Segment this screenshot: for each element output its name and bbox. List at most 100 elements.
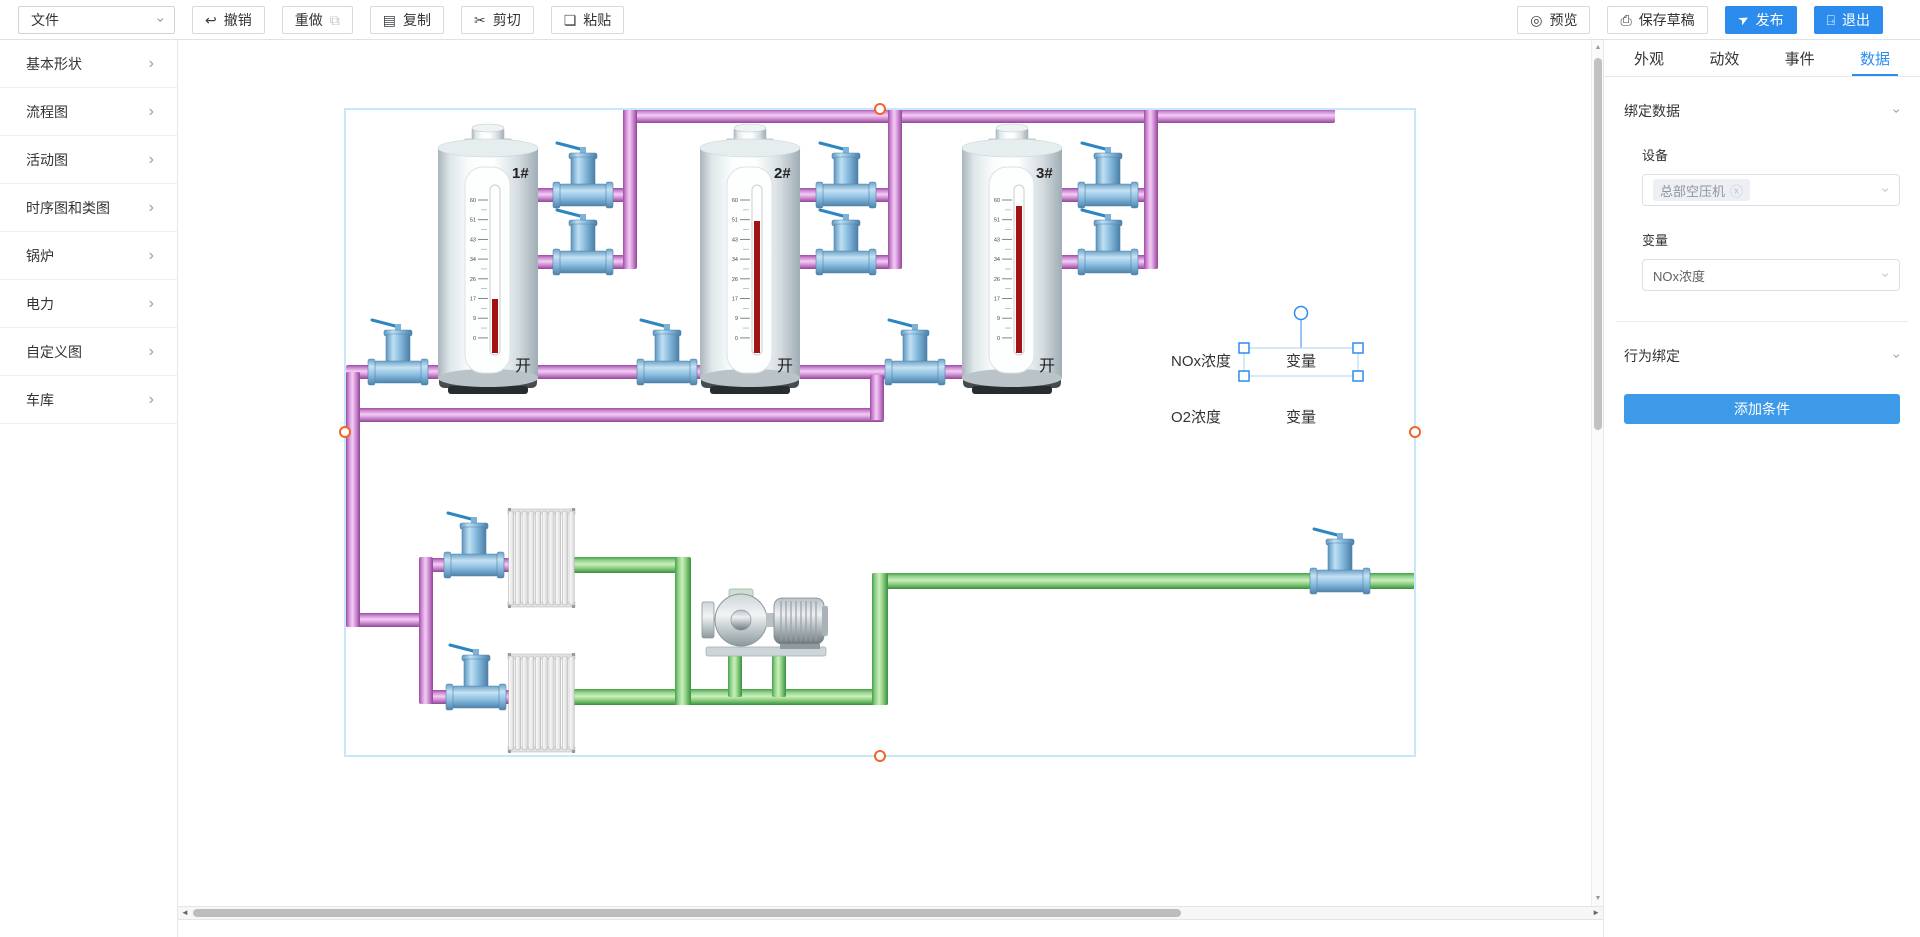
- horizontal-scroll-thumb[interactable]: [193, 909, 1181, 917]
- copy-icon: ▤: [383, 13, 396, 27]
- tab-事件[interactable]: 事件: [1785, 40, 1815, 76]
- valve-3[interactable]: [816, 143, 876, 208]
- preview-button[interactable]: ◎ 预览: [1517, 6, 1590, 34]
- resize-handle[interactable]: [1353, 343, 1363, 353]
- gauge-tick-label: 26: [994, 277, 1000, 283]
- sidebar-item-7[interactable]: 自定义图›: [0, 328, 177, 376]
- variable-select[interactable]: NOx浓度 ›: [1642, 259, 1900, 291]
- gauge-tick-label: 34: [470, 257, 476, 263]
- device-tag: 总部空压机 ⓧ: [1653, 179, 1750, 201]
- save-draft-label: 保存草稿: [1639, 10, 1695, 30]
- rotate-handle[interactable]: [1295, 307, 1308, 320]
- resize-handle[interactable]: [1239, 371, 1249, 381]
- chevron-down-icon: ›: [1880, 188, 1894, 193]
- copy-button[interactable]: ▤ 复制: [370, 6, 444, 34]
- canvas-vertical-scrollbar[interactable]: ▲ ▼: [1591, 40, 1603, 906]
- vertical-scroll-thumb[interactable]: [1594, 58, 1602, 430]
- tab-外观[interactable]: 外观: [1634, 40, 1664, 76]
- exit-label: 退出: [1842, 10, 1870, 30]
- gauge-tick-label: 9: [735, 316, 738, 322]
- app-root: 文件 › ↩ 撤销 重做 ⧉ ▤ 复制 ✂ 剪切 ❏ 粘贴 ◎ 预览 ⎙: [0, 0, 1920, 937]
- tab-数据[interactable]: 数据: [1860, 40, 1890, 76]
- tank-status-label: 开: [515, 358, 531, 375]
- sidebar-item-label: 活动图: [26, 150, 68, 170]
- preview-label: 预览: [1549, 10, 1577, 30]
- valve-8[interactable]: [637, 320, 697, 385]
- valve-1[interactable]: [553, 143, 613, 208]
- valve-7[interactable]: [368, 320, 428, 385]
- selection-handle-top[interactable]: [875, 104, 885, 114]
- save-icon: ⎙: [1620, 13, 1631, 27]
- scroll-left-icon[interactable]: ◄: [181, 908, 189, 917]
- tank-status-label: 开: [777, 358, 793, 375]
- publish-label: 发布: [1756, 10, 1784, 30]
- valve-6[interactable]: [1078, 210, 1138, 275]
- valve-2[interactable]: [553, 210, 613, 275]
- sidebar-item-label: 锅炉: [26, 246, 54, 266]
- paste-button[interactable]: ❏ 粘贴: [551, 6, 625, 34]
- sidebar-item-3[interactable]: 活动图›: [0, 136, 177, 184]
- resize-handle[interactable]: [1239, 343, 1249, 353]
- valve-11[interactable]: [446, 645, 506, 710]
- sidebar-item-6[interactable]: 电力›: [0, 280, 177, 328]
- valve-12[interactable]: [1310, 529, 1370, 594]
- tab-动效[interactable]: 动效: [1709, 40, 1739, 76]
- radiator-2[interactable]: [508, 653, 575, 753]
- valve-9[interactable]: [885, 320, 945, 385]
- gauge-tick-label: 51: [732, 218, 738, 224]
- tank-id-label: 1#: [512, 165, 529, 182]
- add-condition-button[interactable]: 添加条件: [1624, 394, 1900, 424]
- valve-4[interactable]: [816, 210, 876, 275]
- publish-button[interactable]: ➤ 发布: [1725, 6, 1797, 34]
- device-select[interactable]: 总部空压机 ⓧ ›: [1642, 174, 1900, 206]
- redo-label: 重做: [295, 10, 323, 30]
- undo-button[interactable]: ↩ 撤销: [192, 6, 265, 34]
- gauge-tick-label: 0: [735, 336, 738, 342]
- selection-handle-left[interactable]: [340, 427, 350, 437]
- remove-tag-icon[interactable]: ⓧ: [1730, 181, 1743, 200]
- sidebar-item-1[interactable]: 基本形状›: [0, 40, 177, 88]
- save-draft-button[interactable]: ⎙ 保存草稿: [1607, 6, 1707, 34]
- cut-label: 剪切: [493, 10, 521, 30]
- valve-10[interactable]: [444, 513, 504, 578]
- chevron-right-icon: ›: [149, 391, 154, 409]
- scada-diagram: 605143342617901#开605143342617902#开605143…: [178, 40, 1591, 893]
- device-field: 设备 总部空压机 ⓧ ›: [1642, 145, 1900, 206]
- binding-name-label: O2浓度: [1171, 409, 1221, 426]
- bind-data-section-header[interactable]: 绑定数据 ›: [1624, 101, 1900, 121]
- gauge-tick-label: 0: [997, 336, 1000, 342]
- redo-icon: ⧉: [330, 13, 340, 27]
- gauge-tick-label: 60: [732, 198, 738, 204]
- cut-button[interactable]: ✂ 剪切: [461, 6, 534, 34]
- scroll-right-icon[interactable]: ►: [1592, 908, 1600, 917]
- file-menu-select[interactable]: 文件 ›: [18, 6, 175, 34]
- selection-handle-bottom[interactable]: [875, 751, 885, 761]
- exit-button[interactable]: ⍈ 退出: [1814, 6, 1883, 34]
- green-pipe-network[interactable]: [573, 557, 1415, 705]
- storage-tank-2[interactable]: 605143342617902#开: [700, 124, 800, 394]
- radiator-1[interactable]: [508, 508, 575, 608]
- gauge-tick-label: 9: [997, 316, 1000, 322]
- editor-canvas[interactable]: 605143342617901#开605143342617902#开605143…: [178, 40, 1591, 906]
- canvas-horizontal-scrollbar[interactable]: ◄ ►: [178, 906, 1603, 920]
- resize-handle[interactable]: [1353, 371, 1363, 381]
- sidebar-item-5[interactable]: 锅炉›: [0, 232, 177, 280]
- pump[interactable]: [702, 589, 828, 656]
- binding-row-2[interactable]: O2浓度 变量: [1171, 409, 1316, 426]
- redo-button[interactable]: 重做 ⧉: [282, 6, 353, 34]
- binding-value-label[interactable]: 变量: [1286, 353, 1316, 370]
- sidebar-item-8[interactable]: 车库›: [0, 376, 177, 424]
- storage-tank-1[interactable]: 605143342617901#开: [438, 124, 538, 394]
- binding-name-label: NOx浓度: [1171, 353, 1231, 370]
- binding-value-label[interactable]: 变量: [1286, 409, 1316, 426]
- gauge-tick-label: 34: [994, 257, 1000, 263]
- behavior-section-header[interactable]: 行为绑定 ›: [1624, 346, 1900, 366]
- storage-tank-3[interactable]: 605143342617903#开: [962, 124, 1062, 394]
- sidebar-item-2[interactable]: 流程图›: [0, 88, 177, 136]
- selection-handle-right[interactable]: [1410, 427, 1420, 437]
- sidebar-item-4[interactable]: 时序图和类图›: [0, 184, 177, 232]
- chevron-down-icon: ›: [155, 17, 169, 22]
- valve-5[interactable]: [1078, 143, 1138, 208]
- gauge-level: [1016, 206, 1022, 353]
- chevron-down-icon: ›: [1891, 109, 1905, 114]
